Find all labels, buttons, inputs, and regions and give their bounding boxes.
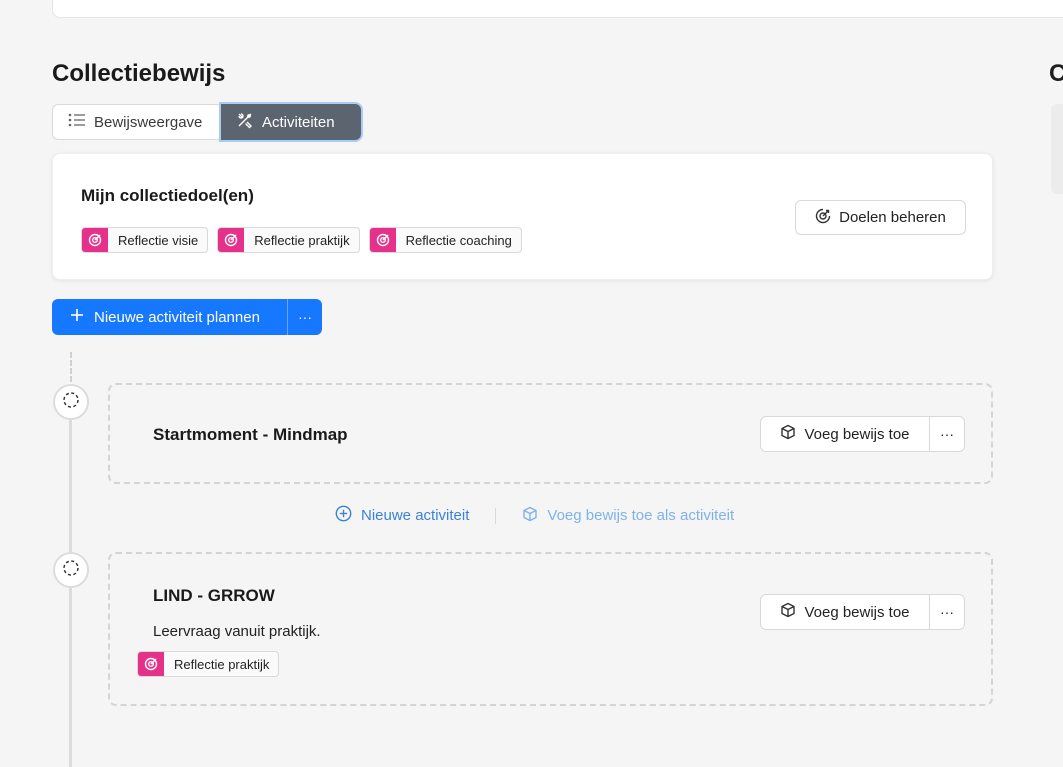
new-activity-label: Nieuwe activiteit <box>361 507 470 524</box>
plan-activity-more-button[interactable]: ··· <box>287 299 322 335</box>
manage-goals-button[interactable]: Doelen beheren <box>795 200 966 235</box>
add-evidence-as-activity-link[interactable]: Voeg bewijs toe als activiteit <box>522 506 734 526</box>
activity-more-button[interactable]: ··· <box>930 594 965 630</box>
tab-activiteiten-label: Activiteiten <box>262 113 335 131</box>
box-icon <box>522 506 538 526</box>
activity-actions: Voeg bewijs toe ··· <box>760 594 965 630</box>
list-icon <box>68 113 86 131</box>
plus-circle-icon <box>335 505 352 526</box>
activity-card: Startmoment - Mindmap Voeg bewijs toe ··… <box>108 383 993 484</box>
add-evidence-as-activity-label: Voeg bewijs toe als activiteit <box>547 507 735 524</box>
box-icon <box>780 602 796 622</box>
tab-bewijsweergave-label: Bewijsweergave <box>94 113 203 131</box>
between-actions: Nieuwe activiteit Voeg bewijs toe als ac… <box>335 505 734 526</box>
target-icon <box>138 652 164 676</box>
activity-title: Startmoment - Mindmap <box>153 425 348 444</box>
activity-description: Leervraag vanuit praktijk. <box>153 623 321 640</box>
right-panel-title: C <box>1049 60 1063 87</box>
activity-goal-tag-label: Reflectie praktijk <box>174 656 270 672</box>
manage-goals-label: Doelen beheren <box>839 209 946 226</box>
plus-icon <box>70 308 84 326</box>
timeline-start-dash <box>70 352 72 382</box>
dashed-circle-icon <box>62 559 80 582</box>
tab-activiteiten[interactable]: Activiteiten <box>221 104 361 140</box>
new-activity-link[interactable]: Nieuwe activiteit <box>335 505 469 526</box>
goal-tag: Reflectie praktijk <box>217 227 360 253</box>
goal-tags: Reflectie visie Reflectie praktijk Refle… <box>81 227 522 253</box>
goals-title: Mijn collectiedoel(en) <box>81 186 254 205</box>
right-panel <box>1051 104 1063 194</box>
goals-card: Mijn collectiedoel(en) Reflectie visie R… <box>52 153 993 280</box>
dashed-circle-icon <box>62 391 80 414</box>
add-evidence-label: Voeg bewijs toe <box>804 425 910 443</box>
timeline-node <box>53 384 89 420</box>
add-evidence-button[interactable]: Voeg bewijs toe <box>760 416 930 452</box>
timeline-line <box>69 418 72 767</box>
target-icon <box>815 208 831 228</box>
tools-icon <box>236 111 254 133</box>
top-card <box>52 0 1063 18</box>
add-evidence-label: Voeg bewijs toe <box>804 603 910 621</box>
page-title: Collectiebewijs <box>52 60 226 87</box>
add-evidence-button[interactable]: Voeg bewijs toe <box>760 594 930 630</box>
activity-goal-tag: Reflectie praktijk <box>137 651 280 677</box>
activity-actions: Voeg bewijs toe ··· <box>760 416 965 452</box>
plan-activity-button[interactable]: Nieuwe activiteit plannen <box>52 299 287 335</box>
goal-tag: Reflectie visie <box>81 227 209 253</box>
plan-activity-group: Nieuwe activiteit plannen ··· <box>52 299 322 335</box>
goal-tag-label: Reflectie visie <box>118 232 199 248</box>
target-icon <box>82 228 108 252</box>
target-icon <box>218 228 245 252</box>
divider <box>495 507 497 524</box>
goal-tag: Reflectie coaching <box>368 227 522 253</box>
target-icon <box>369 228 396 252</box>
activity-title: LIND - GRROW <box>153 586 275 605</box>
goal-tag-label: Reflectie praktijk <box>254 232 350 248</box>
timeline-node <box>53 552 89 588</box>
goal-tag-label: Reflectie coaching <box>405 232 512 248</box>
box-icon <box>780 424 796 444</box>
activity-card: LIND - GRROW Leervraag vanuit praktijk. … <box>108 552 993 706</box>
view-switch: Bewijsweergave Activiteiten <box>52 104 361 140</box>
tab-bewijsweergave[interactable]: Bewijsweergave <box>52 104 219 140</box>
plan-activity-label: Nieuwe activiteit plannen <box>94 308 260 326</box>
activity-more-button[interactable]: ··· <box>930 416 965 452</box>
